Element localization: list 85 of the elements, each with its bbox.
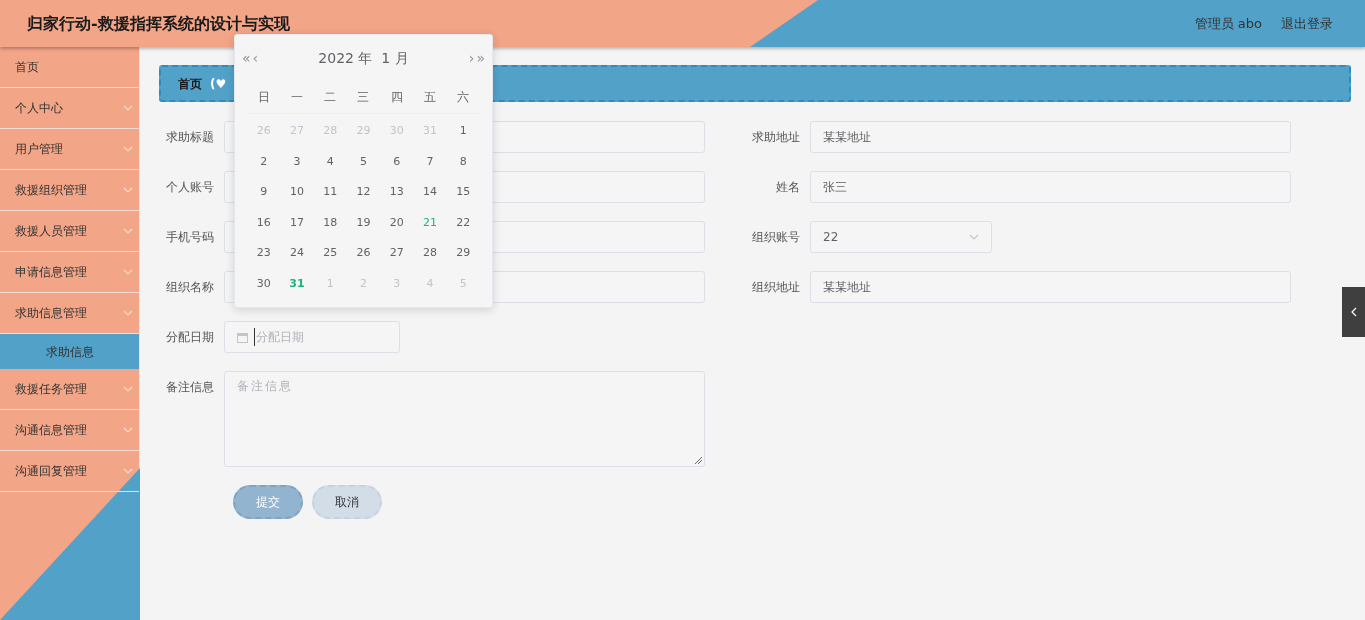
select-field[interactable]: 22	[810, 221, 992, 253]
field-label: 求助地址	[751, 129, 801, 146]
weekday-label: 三	[356, 89, 371, 106]
calendar-icon	[237, 331, 248, 343]
field-label: 组织账号	[751, 229, 801, 246]
text-field[interactable]: 某某地址	[810, 121, 1291, 153]
calendar-day[interactable]: 5	[346, 153, 381, 170]
calendar-day[interactable]: 30	[247, 275, 281, 292]
logout-link[interactable]: 退出登录	[1281, 13, 1333, 34]
user-label: 管理员 abo	[1194, 14, 1262, 33]
menu-item[interactable]: 救援人员管理	[0, 211, 139, 252]
prev-month-button[interactable]: ‹	[252, 47, 259, 69]
calendar-day[interactable]: 3	[280, 153, 314, 170]
field-label: 求助标题	[165, 129, 215, 146]
menu-item[interactable]: 沟通回复管理	[0, 451, 139, 492]
menu-item[interactable]: 沟通信息管理	[0, 410, 139, 451]
weekday-label: 四	[389, 89, 404, 106]
next-month-button[interactable]: ›	[468, 47, 475, 69]
field-label: 备注信息	[165, 379, 215, 396]
calendar-day[interactable]: 26	[346, 245, 381, 262]
calendar-day[interactable]: 20	[380, 214, 414, 231]
next-year-button[interactable]: »	[476, 47, 485, 69]
field-label: 个人账号	[165, 179, 215, 196]
chevron-down-icon	[123, 310, 133, 316]
menu-item[interactable]: 首页	[0, 47, 139, 88]
calendar-day[interactable]: 16	[247, 214, 281, 231]
weekday-label: 六	[456, 89, 471, 106]
calendar-day[interactable]: 19	[346, 214, 381, 231]
submenu-item[interactable]: 求助信息	[0, 334, 139, 369]
chevron-down-icon	[123, 187, 133, 193]
calendar-day[interactable]: 17	[280, 214, 314, 231]
menu-item[interactable]: 救援组织管理	[0, 170, 139, 211]
menu-item[interactable]: 申请信息管理	[0, 252, 139, 293]
field-label: 组织名称	[165, 279, 215, 296]
calendar-day[interactable]: 10	[280, 184, 314, 201]
calendar-day[interactable]: 2	[247, 153, 281, 170]
calendar-day[interactable]: 29	[446, 245, 480, 262]
menu-item[interactable]: 个人中心	[0, 88, 139, 129]
resize-handle-icon	[694, 456, 702, 464]
prev-year-button[interactable]: «	[242, 47, 251, 69]
chevron-down-icon	[123, 269, 133, 275]
calendar-day[interactable]: 15	[446, 184, 480, 201]
calendar-day[interactable]: 25	[313, 245, 347, 262]
weekday-label: 五	[423, 89, 438, 106]
field-label: 组织地址	[751, 279, 801, 296]
field-label: 手机号码	[165, 229, 215, 246]
chevron-down-icon	[969, 234, 979, 240]
calendar-day[interactable]: 27	[380, 245, 414, 262]
menu-item[interactable]: 救援任务管理	[0, 369, 139, 410]
calendar-day[interactable]: 11	[313, 184, 347, 201]
chevron-left-icon	[1350, 307, 1357, 317]
calendar-day[interactable]: 23	[247, 245, 281, 262]
field-label: 姓名	[775, 179, 801, 196]
calendar-day[interactable]: 6	[380, 153, 414, 170]
calendar-day[interactable]: 28	[413, 245, 447, 262]
side-toggle-button[interactable]	[1342, 287, 1365, 337]
calendar-day[interactable]: 4	[313, 153, 347, 170]
calendar-day[interactable]: 1	[446, 123, 480, 140]
calendar-day[interactable]: 14	[413, 184, 447, 201]
text-field[interactable]: 某某地址	[810, 271, 1291, 303]
calendar-day[interactable]: 7	[413, 153, 447, 170]
breadcrumb-home[interactable]: 首页	[178, 74, 202, 93]
chevron-down-icon	[123, 386, 133, 392]
calendar-day[interactable]: 13	[380, 184, 414, 201]
weekday-label: 一	[289, 89, 304, 106]
calendar-day[interactable]: 18	[313, 214, 347, 231]
calendar-day[interactable]: 22	[446, 214, 480, 231]
cancel-button[interactable]: 取消	[312, 485, 382, 519]
calendar-day[interactable]: 12	[346, 184, 381, 201]
calendar-day[interactable]: 9	[247, 184, 281, 201]
calendar-day[interactable]: 24	[280, 245, 314, 262]
chevron-down-icon	[123, 105, 133, 111]
field-label: 分配日期	[165, 329, 215, 346]
chevron-down-icon	[123, 146, 133, 152]
weekday-label: 日	[256, 89, 271, 106]
chevron-down-icon	[123, 427, 133, 433]
weekday-label: 二	[323, 89, 338, 106]
menu-item[interactable]: 用户管理	[0, 129, 139, 170]
text-field[interactable]: 张三	[810, 171, 1291, 203]
calendar-day[interactable]: 8	[446, 153, 480, 170]
chevron-down-icon	[123, 468, 133, 474]
app-title: 归家行动-救援指挥系统的设计与实现	[27, 12, 290, 35]
breadcrumb-decoration: (♥	[210, 75, 227, 93]
chevron-down-icon	[123, 228, 133, 234]
calendar-title: 2022 年 1 月	[318, 48, 409, 68]
